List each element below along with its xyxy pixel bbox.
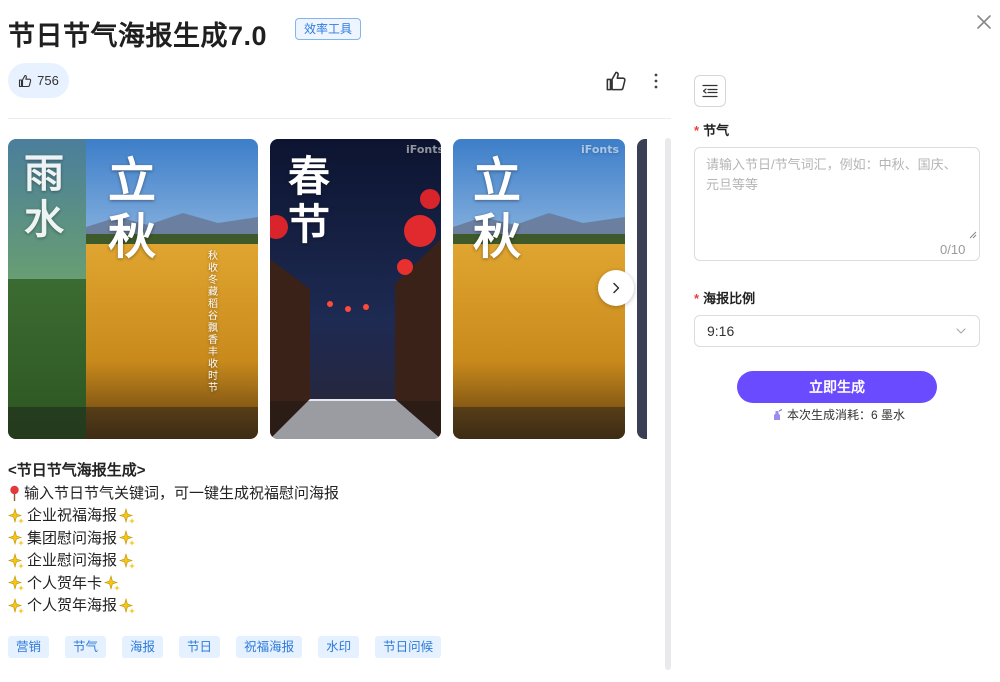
sparkles-icon	[104, 575, 121, 592]
sparkles-icon	[119, 530, 136, 547]
list-item-label: 企业祝福海报	[27, 507, 118, 524]
required-mark: *	[694, 123, 700, 138]
header-divider	[8, 118, 671, 119]
list-item-label: 个人贺年卡	[27, 574, 103, 592]
sparkles-icon	[8, 575, 24, 592]
sparkles-icon	[119, 597, 136, 614]
sparkles-icon	[8, 507, 24, 524]
generation-cost-text: 本次生成消耗：6 墨水	[787, 408, 906, 422]
poster-watermark: iFonts	[406, 143, 441, 156]
list-item: 个人贺年卡	[8, 573, 648, 596]
poster-preview-2[interactable]: iFonts 春节	[270, 139, 441, 439]
like-count: 756	[37, 73, 59, 88]
festival-char-counter: 0/10	[940, 242, 966, 257]
tag-marketing[interactable]: 营销	[8, 636, 50, 658]
poster-title: 立秋	[473, 153, 522, 265]
ratio-selected-value: 9:16	[707, 323, 735, 339]
tool-description: <节日节气海报生成> 输入节日节气关键词，可一键生成祝福慰问海报 企业祝福海报 …	[8, 460, 648, 618]
description-heading: <节日节气海报生成>	[8, 462, 146, 479]
poster-title: 春节	[288, 152, 331, 249]
festival-field-label: * 节气	[694, 120, 729, 139]
collapse-panel-button[interactable]	[694, 75, 726, 107]
poster-title: 立秋	[108, 153, 157, 265]
sparkles-icon	[119, 552, 136, 569]
poster-carousel: 雨水 立秋 秋收冬藏 稻谷飘香 丰收时节 iFonts 春节 iFonts 立秋	[8, 139, 647, 439]
poster-side-text: 秋收冬藏 稻谷飘香 丰收时节	[208, 251, 218, 394]
tag-poster[interactable]: 海报	[122, 636, 164, 658]
ratio-select[interactable]: 9:16	[694, 315, 980, 347]
festival-input[interactable]: 请输入节日/节气词汇，例如：中秋、国庆、元旦等等	[694, 147, 980, 261]
content-scrollbar[interactable]	[665, 138, 671, 670]
poster-preview-4[interactable]	[637, 139, 647, 439]
sparkles-icon	[8, 552, 24, 569]
sparkles-icon	[8, 597, 24, 614]
thumbs-up-icon	[606, 71, 626, 91]
tag-blessing-poster[interactable]: 祝福海报	[236, 636, 303, 658]
tag-solar-term[interactable]: 节气	[65, 636, 107, 658]
more-options-button[interactable]	[648, 70, 664, 92]
description-intro: 输入节日节气关键词，可一键生成祝福慰问海报	[24, 484, 340, 502]
category-badge: 效率工具	[295, 18, 362, 40]
tag-watermark[interactable]: 水印	[318, 636, 360, 658]
indent-icon	[702, 84, 718, 98]
carousel-next-button[interactable]	[598, 270, 634, 306]
pushpin-icon	[10, 486, 19, 502]
required-mark: *	[694, 291, 700, 306]
poster-watermark: iFonts	[581, 143, 620, 156]
list-item: 集团慰问海报	[8, 528, 648, 551]
like-button[interactable]	[605, 70, 627, 92]
festival-label-text: 节气	[703, 123, 730, 138]
list-item: 企业祝福海报	[8, 505, 648, 528]
list-item-label: 个人贺年海报	[27, 597, 118, 614]
generate-button[interactable]: 立即生成	[737, 371, 937, 403]
close-button[interactable]	[974, 12, 994, 32]
list-item-label: 企业慰问海报	[27, 552, 118, 569]
chevron-down-icon	[956, 328, 966, 334]
more-vertical-icon	[654, 73, 658, 89]
resize-handle-icon[interactable]	[969, 231, 977, 239]
close-icon	[977, 15, 991, 29]
list-item-label: 集团慰问海报	[27, 529, 118, 547]
list-item: 个人贺年海报	[8, 595, 648, 618]
poster-title-left: 雨水	[24, 150, 64, 243]
description-intro-line: 输入节日节气关键词，可一键生成祝福慰问海报	[8, 483, 648, 506]
poster-preview-1[interactable]: 雨水 立秋 秋收冬藏 稻谷飘香 丰收时节	[8, 139, 258, 439]
sparkles-icon	[119, 507, 136, 524]
sparkles-icon	[8, 530, 24, 547]
tag-festival[interactable]: 节日	[179, 636, 221, 658]
thumbs-up-icon	[19, 74, 32, 87]
page-title: 节日节气海报生成7.0	[8, 21, 268, 51]
ratio-label-text: 海报比例	[703, 291, 756, 306]
chevron-right-icon	[613, 282, 620, 294]
generation-cost: 本次生成消耗：6 墨水	[771, 406, 905, 423]
tag-list: 营销 节气 海报 节日 祝福海报 水印 节日问候	[8, 636, 457, 658]
like-count-button[interactable]: 756	[8, 63, 69, 98]
tag-festival-greeting[interactable]: 节日问候	[375, 636, 442, 658]
list-item: 企业慰问海报	[8, 550, 648, 573]
ink-bottle-icon	[774, 408, 783, 420]
ratio-field-label: * 海报比例	[694, 288, 755, 307]
